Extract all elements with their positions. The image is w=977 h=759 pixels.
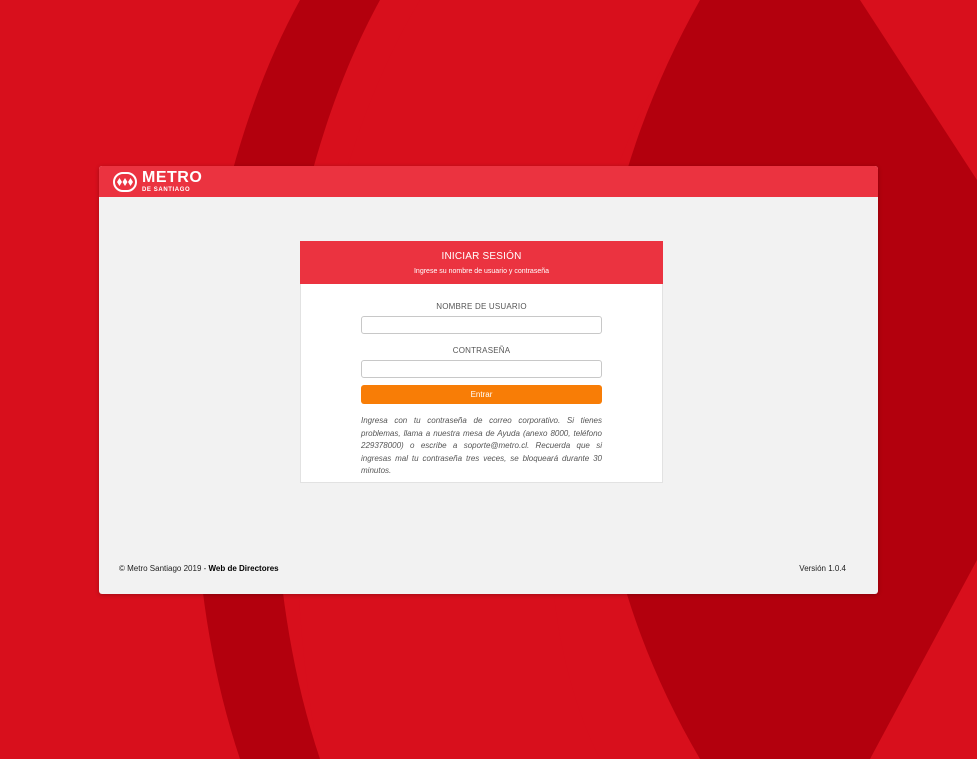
login-form: NOMBRE DE USUARIO CONTRASEÑA Entrar Ingr… bbox=[301, 284, 662, 478]
login-card: INICIAR SESIÓN Ingrese su nombre de usua… bbox=[300, 241, 663, 483]
footer-copyright: © Metro Santiago 2019 - Web de Directore… bbox=[119, 564, 279, 573]
username-input[interactable] bbox=[361, 316, 602, 334]
username-label: NOMBRE DE USUARIO bbox=[436, 302, 527, 311]
version-label: Versión 1.0.4 bbox=[799, 564, 846, 573]
app-name: Web de Directores bbox=[208, 564, 279, 573]
logo-text: METRO DE SANTIAGO bbox=[142, 169, 203, 194]
help-text: Ingresa con tu contraseña de correo corp… bbox=[361, 416, 602, 475]
login-window: METRO DE SANTIAGO INICIAR SESIÓN Ingrese… bbox=[99, 166, 878, 594]
top-bar: METRO DE SANTIAGO bbox=[99, 166, 878, 197]
login-button[interactable]: Entrar bbox=[361, 385, 602, 404]
copyright-text: © Metro Santiago 2019 - bbox=[119, 564, 209, 573]
metro-logo-icon bbox=[113, 171, 137, 192]
login-title: INICIAR SESIÓN bbox=[441, 250, 522, 262]
logo-main-text: METRO bbox=[142, 169, 203, 186]
metro-logo[interactable]: METRO DE SANTIAGO bbox=[113, 170, 202, 193]
logo-sub-text: DE SANTIAGO bbox=[142, 187, 191, 193]
password-input[interactable] bbox=[361, 360, 602, 378]
login-card-header: INICIAR SESIÓN Ingrese su nombre de usua… bbox=[300, 241, 663, 284]
password-label: CONTRASEÑA bbox=[452, 346, 511, 355]
login-subtitle: Ingrese su nombre de usuario y contraseñ… bbox=[413, 267, 550, 275]
